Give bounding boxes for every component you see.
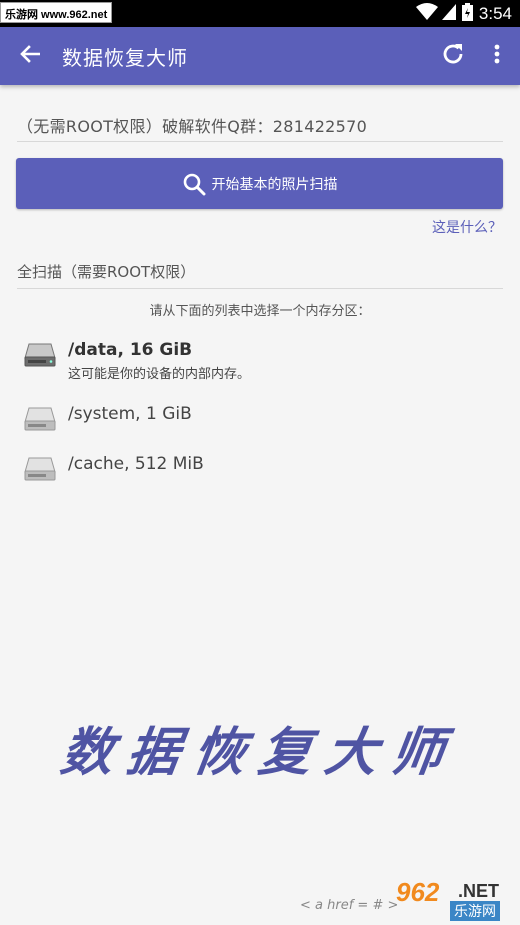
partition-desc: 这可能是你的设备的内部内存。 [68,367,251,382]
watermark-logo-net: .NET [458,881,500,901]
partition-item-data[interactable]: /data, 16 GiB 这可能是你的设备的内部内存。 [24,340,504,382]
refresh-button[interactable] [433,36,473,76]
app-title: 数据恢复大师 [62,46,188,70]
partition-name: /data, 16 GiB [68,340,193,360]
partition-name: /cache, 512 MiB [68,454,204,474]
select-partition-hint: 请从下面的列表中选择一个内存分区： [149,304,371,319]
watermark-logo-num: 962 [396,877,440,907]
partition-item-cache[interactable]: /cache, 512 MiB [24,454,504,482]
search-icon [182,172,206,196]
watermark-title: 数据恢复大师 [56,722,462,783]
watermark-logo-cn: 乐游网 [450,901,500,921]
status-time: 3:54 [478,3,512,23]
wifi-icon [415,2,438,25]
back-button[interactable] [10,36,50,76]
overflow-menu-button[interactable] [482,36,512,76]
refresh-icon [441,42,465,70]
root-note: （无需ROOT权限）破解软件Q群：281422570 [17,113,503,142]
scan-button-label: 开始基本的照片扫描 [211,176,338,193]
watermark-logo: 962 .NET 乐游网 [392,877,514,921]
whats-this-link[interactable]: 这是什么？ [432,217,502,237]
full-scan-header: 全扫描（需要ROOT权限） [17,261,503,289]
more-vert-icon [494,44,500,68]
hard-disk-icon [24,406,56,432]
signal-icon [441,3,456,24]
status-icons: 3:54 [415,0,520,27]
footer-code-text: < a href = # > [300,898,399,913]
hard-disk-icon [24,342,56,368]
app-bar: 数据恢复大师 [0,27,520,85]
arrow-back-icon [20,45,41,67]
basic-photo-scan-button[interactable]: 开始基本的照片扫描 [16,158,503,209]
partition-item-system[interactable]: /system, 1 GiB [24,404,504,432]
partition-name: /system, 1 GiB [68,404,192,424]
battery-icon [461,2,473,25]
hard-disk-icon [24,456,56,482]
status-bar: 乐游网 www.962.net 3:54 [0,0,520,27]
watermark-badge: 乐游网 www.962.net [0,2,113,23]
